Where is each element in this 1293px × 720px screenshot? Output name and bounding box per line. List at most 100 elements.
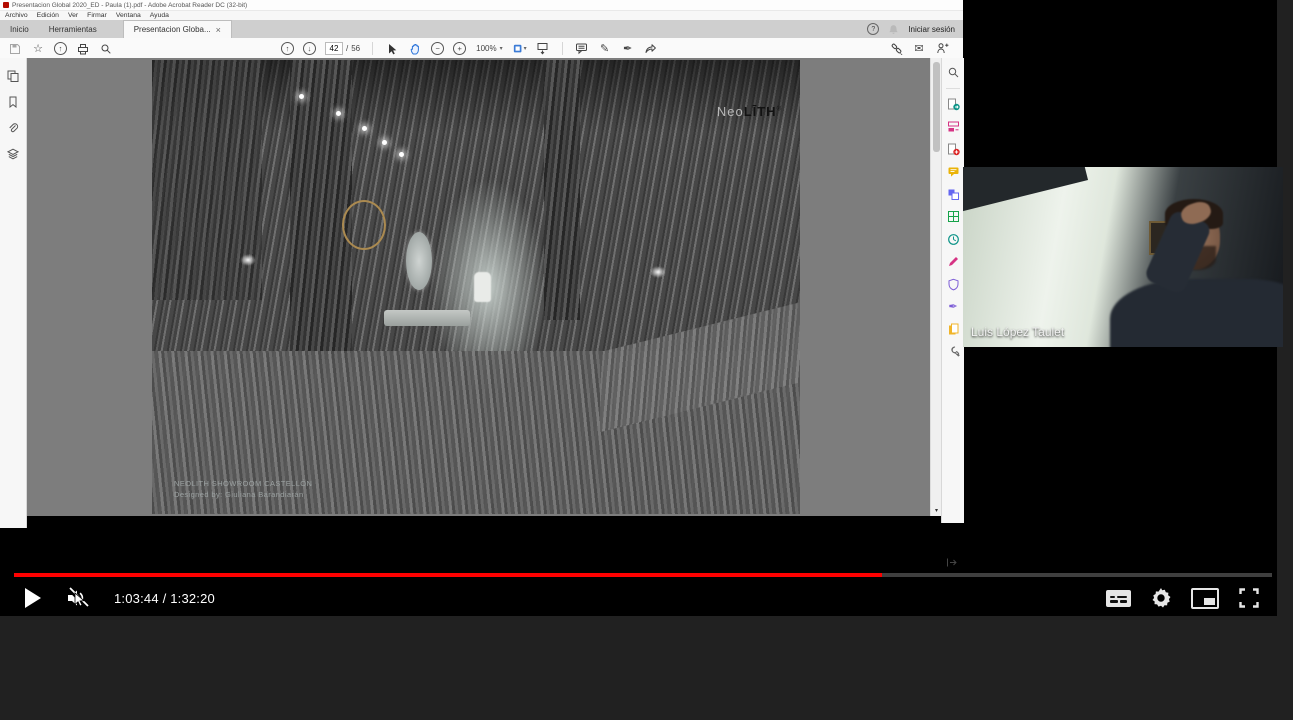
comment-icon[interactable] <box>575 42 589 56</box>
page-display-icon[interactable]: ▾ <box>513 42 527 56</box>
search-tools-icon[interactable] <box>946 65 960 79</box>
menu-ver[interactable]: Ver <box>68 12 78 19</box>
certificates-icon[interactable]: ✒ <box>946 300 960 314</box>
neolith-logo: NeoLĪTH® <box>717 104 782 119</box>
webcam-background-shape <box>963 167 1088 216</box>
caption-title: NEOLITH SHOWROOM CASTELLÓN <box>174 478 312 489</box>
tab-close-icon[interactable]: × <box>216 25 221 35</box>
progress-played <box>14 573 882 577</box>
subtitles-button[interactable] <box>1106 590 1131 607</box>
star-icon[interactable]: ☆ <box>31 42 45 56</box>
menu-edicion[interactable]: Edición <box>37 12 59 19</box>
help-icon[interactable]: ? <box>867 23 879 35</box>
marble-pillar <box>290 60 352 360</box>
page-number-group: / 56 <box>325 42 360 55</box>
attachments-icon[interactable] <box>7 122 19 136</box>
create-pdf-icon[interactable] <box>946 142 960 156</box>
signature-icon[interactable]: ✒ <box>621 42 635 56</box>
marble-pillar <box>544 60 580 320</box>
document-content-area: NeoLĪTH® NEOLITH SHOWROOM CASTELLÓN Desi… <box>0 58 963 516</box>
collapse-tools-pane-icon[interactable] <box>945 556 959 570</box>
pdf-canvas[interactable]: NeoLĪTH® NEOLITH SHOWROOM CASTELLÓN Desi… <box>27 58 930 516</box>
webcam-video: Luis López Taulet <box>963 167 1283 347</box>
acrobat-app-icon <box>3 2 9 8</box>
save-icon[interactable] <box>8 42 22 56</box>
page-thumbnails-icon[interactable] <box>7 70 19 84</box>
print-icon[interactable] <box>76 42 90 56</box>
menu-firmar[interactable]: Firmar <box>87 12 107 19</box>
flowers <box>240 254 256 266</box>
scrolling-mode-icon[interactable] <box>536 42 550 56</box>
photo-caption: NEOLITH SHOWROOM CASTELLÓN Designed by: … <box>174 478 312 501</box>
zoom-in-icon[interactable]: + <box>453 42 466 55</box>
fill-sign-pencil-icon[interactable]: ✎ <box>598 42 612 56</box>
upload-cloud-icon[interactable]: ↑ <box>54 42 67 55</box>
protect-pdf-icon[interactable] <box>946 277 960 291</box>
miniplayer-button[interactable] <box>1191 588 1219 609</box>
next-page-icon[interactable]: ↓ <box>303 42 316 55</box>
window-title: Presentacion Global 2020_ED - Paula (1).… <box>12 2 247 9</box>
ceiling-light <box>399 152 404 157</box>
menu-bar: Archivo Edición Ver Firmar Ventana Ayuda <box>0 11 963 20</box>
caption-credit: Designed by: Giuliana Barandiarán <box>174 489 312 500</box>
video-player[interactable]: Presentacion Global 2020_ED - Paula (1).… <box>0 0 1277 616</box>
share-with-people-icon[interactable] <box>935 42 949 56</box>
menu-archivo[interactable]: Archivo <box>5 12 28 19</box>
oval-mirror <box>406 232 432 290</box>
gold-ring-light <box>342 200 386 250</box>
time-display: 1:03:44 / 1:32:20 <box>114 591 215 606</box>
find-icon[interactable] <box>99 42 113 56</box>
sign-in-button[interactable]: Iniciar sesión <box>908 25 955 34</box>
tab-tools[interactable]: Herramientas <box>39 21 107 38</box>
tab-bar: Inicio Herramientas Presentacion Globa..… <box>0 20 963 38</box>
share-link-icon[interactable] <box>889 42 903 56</box>
person-body <box>1110 279 1283 347</box>
export-pdf-icon[interactable] <box>946 97 960 111</box>
acrobat-window: Presentacion Global 2020_ED - Paula (1).… <box>0 0 963 516</box>
page-total: 56 <box>351 44 360 53</box>
compress-pdf-icon[interactable] <box>946 232 960 246</box>
main-toolbar: ☆ ↑ ↑ ↓ / 56 − <box>0 38 963 60</box>
zoom-level-dropdown[interactable]: 100% ▾ <box>475 43 503 54</box>
edit-pdf-icon[interactable] <box>946 120 960 134</box>
ceiling-light <box>382 140 387 145</box>
tab-home[interactable]: Inicio <box>0 21 39 38</box>
fill-sign-tool-icon[interactable] <box>946 255 960 269</box>
tab-document[interactable]: Presentacion Globa... × <box>123 20 232 38</box>
pdf-page-photo: NeoLĪTH® NEOLITH SHOWROOM CASTELLÓN Desi… <box>152 60 800 514</box>
bathrobe <box>474 272 491 302</box>
page-number-input[interactable] <box>325 42 343 55</box>
acrobat-title-bar: Presentacion Global 2020_ED - Paula (1).… <box>0 0 963 11</box>
zoom-out-icon[interactable]: − <box>431 42 444 55</box>
email-icon[interactable]: ✉ <box>912 42 926 56</box>
scrollbar-thumb[interactable] <box>933 62 940 152</box>
combine-files-icon[interactable] <box>946 187 960 201</box>
organize-pages-icon[interactable] <box>946 210 960 224</box>
page-divider: / <box>346 44 348 53</box>
layers-icon[interactable] <box>7 148 19 162</box>
menu-ayuda[interactable]: Ayuda <box>150 12 169 19</box>
comment-tool-icon[interactable] <box>946 165 960 179</box>
send-share-icon[interactable] <box>644 42 658 56</box>
previous-page-icon[interactable]: ↑ <box>281 42 294 55</box>
hand-tool-icon[interactable] <box>408 42 422 56</box>
ceiling-light <box>336 111 341 116</box>
menu-ventana[interactable]: Ventana <box>116 12 141 19</box>
bathtub <box>384 310 470 326</box>
navigation-pane <box>0 58 27 528</box>
ceiling-light <box>299 94 304 99</box>
add-tools-icon[interactable] <box>946 345 960 359</box>
flowers <box>650 266 666 278</box>
settings-button[interactable] <box>1151 588 1171 608</box>
participant-name-tag: Luis López Taulet <box>971 325 1064 339</box>
select-tool-icon[interactable] <box>385 42 399 56</box>
bell-icon[interactable] <box>888 24 899 35</box>
play-button[interactable] <box>24 588 42 608</box>
more-tools-pages-icon[interactable] <box>946 322 960 336</box>
ceiling-light <box>362 126 367 131</box>
bookmarks-icon[interactable] <box>7 96 19 110</box>
tools-pane: ✒ <box>941 58 964 523</box>
fullscreen-button[interactable] <box>1239 588 1259 608</box>
video-progress-bar[interactable] <box>14 573 1272 577</box>
mouse-cursor <box>73 592 87 613</box>
